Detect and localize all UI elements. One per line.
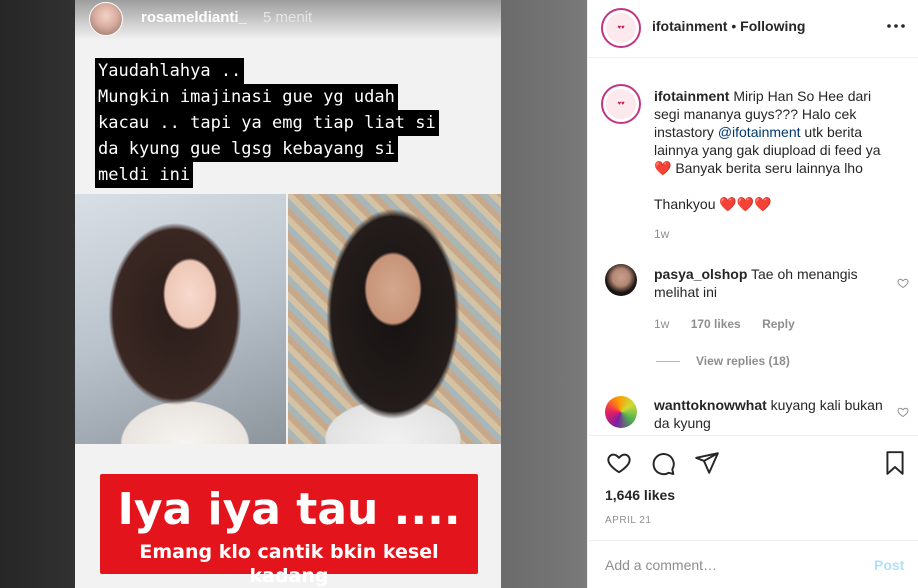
story-text-line: da kyung gue lgsg kebayang si: [95, 136, 398, 162]
caption-mention-link[interactable]: @ifotainment: [718, 124, 801, 140]
caption-avatar[interactable]: ♥♥: [601, 84, 641, 124]
header-username[interactable]: ifotainment: [652, 18, 727, 34]
photo-left: [75, 194, 286, 444]
likes-count[interactable]: 1,646 likes: [605, 487, 675, 503]
view-replies-button[interactable]: View replies (18): [656, 354, 790, 368]
story-screenshot: rosameldianti_ 5 menit Yaudahlahya .. Mu…: [75, 0, 501, 588]
red-banner: Iya iya tau .... Emang klo cantik bkin k…: [100, 474, 478, 587]
replies-divider: [656, 361, 680, 363]
ifotainment-logo-icon: ♥♥: [606, 13, 636, 43]
following-button[interactable]: Following: [740, 18, 805, 34]
story-text-line: Yaudahlahya ..: [95, 58, 245, 84]
story-text-line: meldi ini: [95, 162, 194, 188]
banner-subtitle: Emang klo cantik bkin kesel kadang: [139, 541, 439, 587]
header-avatar[interactable]: ♥♥: [601, 8, 641, 48]
comment-like-heart-icon[interactable]: [897, 406, 909, 418]
comment-age[interactable]: 1w: [654, 317, 669, 331]
bookmark-icon[interactable]: [882, 450, 908, 476]
post-button[interactable]: Post: [874, 557, 904, 573]
share-icon[interactable]: [694, 450, 720, 476]
view-replies-label: View replies (18): [696, 354, 790, 368]
story-header: rosameldianti_ 5 menit: [75, 0, 501, 40]
comment-likes[interactable]: 170 likes: [691, 317, 741, 331]
post-header: ♥♥ ifotainment • Following: [588, 0, 918, 58]
post-date[interactable]: APRIL 21: [605, 515, 651, 526]
comment-avatar[interactable]: [605, 264, 637, 296]
comment-text: pasya_olshop Tae oh menangis melihat ini: [654, 265, 899, 301]
comment-input[interactable]: [605, 554, 855, 576]
story-text-line: Mungkin imajinasi gue yg udah: [95, 84, 398, 110]
story-avatar: [89, 2, 123, 36]
comment-avatar[interactable]: [605, 396, 637, 428]
comment-text: wanttoknowwhat kuyang kali bukan da kyun…: [654, 396, 899, 432]
story-text-block: Yaudahlahya .. Mungkin imajinasi gue yg …: [95, 58, 495, 188]
caption-username[interactable]: ifotainment: [654, 88, 729, 104]
caption-age[interactable]: 1w: [654, 227, 669, 241]
reply-button[interactable]: Reply: [762, 317, 795, 331]
add-comment-bar: Post: [588, 540, 918, 588]
caption-text: ifotainment Mirip Han So Hee dari segi m…: [654, 87, 899, 177]
caption-thanks: Thankyou ❤️❤️❤️: [654, 196, 772, 212]
post-media[interactable]: rosameldianti_ 5 menit Yaudahlahya .. Mu…: [0, 0, 587, 588]
story-username: rosameldianti_: [141, 9, 247, 26]
story-time: 5 menit: [263, 9, 313, 26]
story-text-line: kacau .. tapi ya emg tiap liat si: [95, 110, 439, 136]
post-side-panel: ♥♥ ifotainment • Following ♥♥ ifotainmen…: [587, 0, 918, 588]
comments-section[interactable]: ♥♥ ifotainment Mirip Han So Hee dari seg…: [588, 59, 918, 435]
photo-right: [288, 194, 501, 444]
ifotainment-logo-icon: ♥♥: [606, 89, 636, 119]
comment-username[interactable]: wanttoknowwhat: [654, 397, 767, 413]
banner-title: Iya iya tau ....: [117, 484, 461, 535]
more-horizontal-icon[interactable]: [886, 16, 906, 36]
header-separator: •: [731, 18, 737, 34]
comment-username[interactable]: pasya_olshop: [654, 266, 747, 282]
comment-like-heart-icon[interactable]: [897, 277, 909, 289]
heart-icon[interactable]: [606, 450, 632, 476]
post-actions: 1,646 likes APRIL 21: [588, 435, 918, 533]
comment-icon[interactable]: [650, 450, 676, 476]
